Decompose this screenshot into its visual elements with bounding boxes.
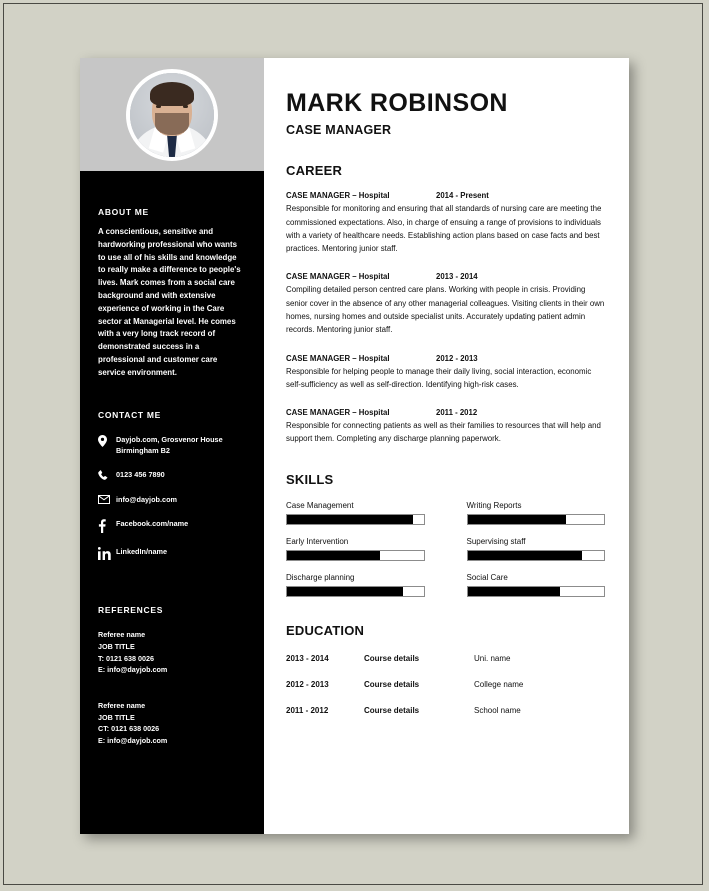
career-job-description: Compiling detailed person centred care p… [286, 285, 605, 335]
education-table: 2013 - 2014 Course details Uni. name 201… [286, 654, 605, 715]
references-heading: REFERENCES [98, 605, 164, 616]
candidate-role: CASE MANAGER [286, 123, 392, 138]
contact-item-email: info@dayjob.com [98, 494, 246, 505]
about-me-heading: ABOUT ME [98, 207, 149, 217]
reference-name: Referee name [98, 701, 146, 711]
skill-bar-fill [467, 586, 561, 596]
reference-email: E: info@dayjob.com [98, 665, 168, 675]
education-institution: Uni. name [474, 653, 511, 663]
linkedin-icon [98, 546, 116, 561]
career-job-title: CASE MANAGER – Hospital [286, 272, 390, 282]
skill-bar [286, 549, 425, 561]
photo-panel [80, 58, 264, 171]
skill-bar [466, 549, 605, 561]
education-years: 2012 - 2013 [286, 679, 329, 689]
skill-label: Writing Reports [466, 500, 522, 510]
skill-bar-fill [287, 586, 404, 596]
reference-job-title: JOB TITLE [98, 642, 135, 652]
contact-address-text: Dayjob.com, Grosvenor House Birmingham B… [116, 434, 223, 455]
career-job-dates: 2013 - 2014 [436, 272, 478, 282]
skill-label: Discharge planning [286, 572, 355, 582]
education-institution: College name [474, 679, 524, 689]
location-pin-icon [98, 434, 116, 447]
skill-item: Case Management [286, 501, 425, 525]
skill-bar-fill [287, 514, 413, 524]
education-row: 2012 - 2013 Course details College name [286, 680, 605, 689]
contact-heading: CONTACT ME [98, 409, 162, 420]
contact-facebook-text: Facebook.com/name [116, 519, 189, 529]
phone-icon [98, 469, 116, 481]
career-heading: CAREER [286, 163, 343, 179]
cv-document: ABOUT ME A conscientious, sensitive and … [80, 58, 629, 834]
about-me-text: A conscientious, sensitive and hardworki… [98, 227, 241, 377]
skill-bar-fill [467, 514, 566, 524]
contact-email-text: info@dayjob.com [116, 495, 178, 505]
about-me-section: ABOUT ME A conscientious, sensitive and … [98, 171, 246, 380]
career-job-dates: 2014 - Present [436, 191, 489, 201]
reference-item: Referee name JOB TITLE T: 0121 638 0026 … [98, 629, 246, 676]
education-row: 2011 - 2012 Course details School name [286, 706, 605, 715]
career-entry: CASE MANAGER – Hospital 2014 - Present R… [286, 191, 605, 255]
references-section: REFERENCES Referee name JOB TITLE T: 012… [98, 573, 246, 746]
skill-bar [286, 513, 425, 525]
career-job-title: CASE MANAGER – Hospital [286, 408, 390, 418]
skills-heading: SKILLS [286, 471, 334, 487]
education-course: Course details [364, 653, 420, 663]
career-job-title: CASE MANAGER – Hospital [286, 353, 390, 363]
career-job-description: Responsible for monitoring and ensuring … [286, 204, 602, 254]
career-entry: CASE MANAGER – Hospital 2012 - 2013 Resp… [286, 354, 605, 392]
contact-linkedin-text: LinkedIn/name [116, 547, 168, 557]
career-entry: CASE MANAGER – Hospital 2011 - 2012 Resp… [286, 408, 605, 446]
contact-item-phone: 0123 456 7890 [98, 469, 246, 481]
contact-item-address: Dayjob.com, Grosvenor House Birmingham B… [98, 434, 246, 457]
skill-bar [286, 585, 425, 597]
skill-label: Early Intervention [286, 536, 349, 546]
skill-item: Social Care [466, 572, 605, 597]
reference-job-title: JOB TITLE [98, 712, 135, 722]
reference-name: Referee name [98, 630, 146, 640]
education-course: Course details [364, 705, 420, 715]
reference-phone: CT: 0121 638 0026 [98, 724, 160, 734]
career-job-title: CASE MANAGER – Hospital [286, 191, 390, 201]
reference-item: Referee name JOB TITLE CT: 0121 638 0026… [98, 700, 246, 747]
contact-section: CONTACT ME Dayjob.com, Grosvenor House B… [98, 380, 246, 561]
contact-item-facebook: Facebook.com/name [98, 518, 246, 534]
education-institution: School name [474, 705, 521, 715]
skill-item: Discharge planning [286, 573, 425, 597]
skill-bar [466, 513, 605, 525]
contact-item-linkedin: LinkedIn/name [98, 546, 246, 561]
career-entry: CASE MANAGER – Hospital 2013 - 2014 Comp… [286, 272, 605, 336]
reference-phone: T: 0121 638 0026 [98, 653, 154, 663]
cv-main-content: MARK ROBINSON CASE MANAGER CAREER CASE M… [264, 58, 629, 834]
education-years: 2011 - 2012 [286, 705, 329, 715]
skill-item: Supervising staff [466, 536, 605, 561]
profile-photo [130, 72, 214, 157]
avatar [126, 68, 218, 161]
education-years: 2013 - 2014 [286, 653, 329, 663]
contact-phone-text: 0123 456 7890 [116, 470, 165, 480]
education-heading: EDUCATION [286, 622, 365, 638]
skill-label: Case Management [286, 500, 354, 510]
career-job-dates: 2011 - 2012 [436, 408, 478, 418]
skill-bar-fill [467, 550, 583, 560]
skill-item: Early Intervention [286, 537, 425, 561]
candidate-name: MARK ROBINSON [286, 89, 508, 117]
envelope-icon [98, 494, 116, 505]
career-job-dates: 2012 - 2013 [436, 353, 478, 363]
education-row: 2013 - 2014 Course details Uni. name [286, 654, 605, 663]
skill-bar [466, 585, 605, 597]
skill-item: Writing Reports [466, 500, 605, 525]
skills-grid: Case Management Writing Reports Early In… [286, 501, 605, 597]
cv-sidebar: ABOUT ME A conscientious, sensitive and … [80, 58, 264, 834]
skill-label: Social Care [466, 572, 508, 582]
education-course: Course details [364, 679, 420, 689]
skill-label: Supervising staff [466, 536, 526, 546]
reference-email: E: info@dayjob.com [98, 736, 168, 746]
facebook-icon [98, 518, 116, 534]
skill-bar-fill [287, 550, 380, 560]
career-job-description: Responsible for helping people to manage… [286, 366, 592, 389]
career-job-description: Responsible for connecting patients as w… [286, 421, 601, 444]
